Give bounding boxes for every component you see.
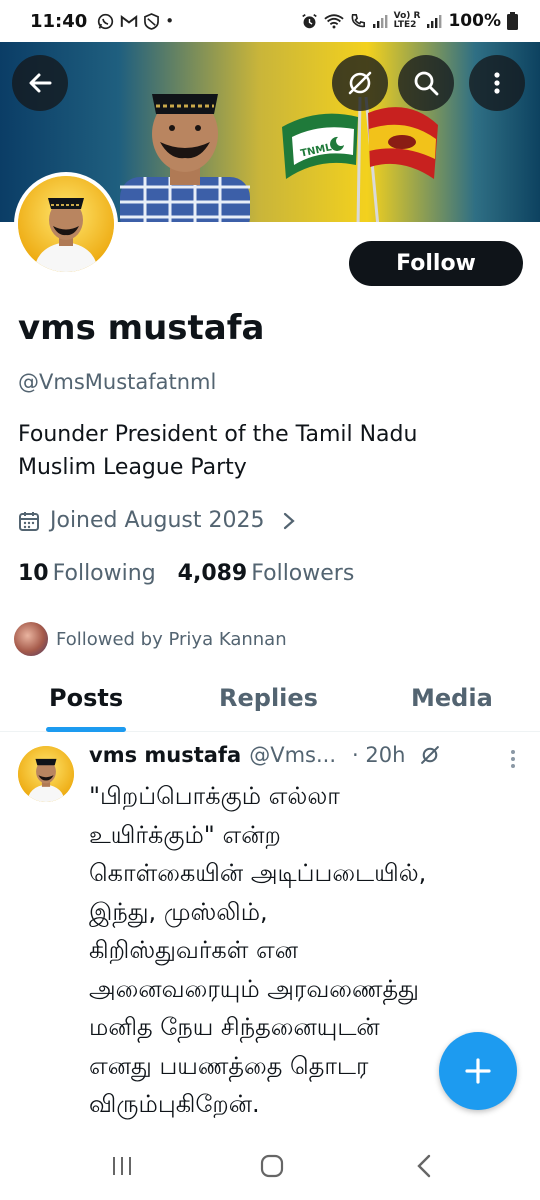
joined-date-row[interactable]: Joined August 2025 <box>18 508 296 533</box>
followed-by-text: Followed by Priya Kannan <box>56 628 287 650</box>
followers-label: Followers <box>251 561 355 586</box>
tab-posts[interactable]: Posts <box>49 684 123 712</box>
notification-dot-icon: • <box>165 12 175 30</box>
tweet-more-icon[interactable] <box>503 747 523 771</box>
followers-stat[interactable]: 4,089 Followers <box>178 561 355 586</box>
follow-stats: 10 Following 4,089 Followers <box>18 561 354 586</box>
tweet-author-handle[interactable]: @Vms... <box>249 743 336 767</box>
grok-icon[interactable] <box>419 744 441 766</box>
more-vertical-icon <box>494 72 500 94</box>
profile-handle: @VmsMustafatnml <box>18 370 217 394</box>
home-icon[interactable] <box>259 1153 285 1179</box>
call-icon <box>351 13 365 28</box>
whatsapp-icon <box>98 13 114 29</box>
active-tab-indicator <box>46 727 126 732</box>
compose-button[interactable] <box>439 1032 517 1110</box>
back-arrow-icon <box>29 73 52 93</box>
nav-back-icon[interactable] <box>413 1152 435 1180</box>
gmail-icon <box>121 14 138 27</box>
signal-2-icon <box>427 15 442 28</box>
tab-media[interactable]: Media <box>411 684 493 712</box>
tweet-timestamp[interactable]: · 20h <box>352 743 405 767</box>
alarm-icon <box>301 13 317 28</box>
status-bar: 11:40 • Vo) R LTE2 100% <box>0 0 540 42</box>
system-nav-bar <box>0 1140 540 1200</box>
status-right: Vo) R LTE2 100% <box>301 11 518 31</box>
follower-avatar <box>14 622 48 656</box>
grok-button[interactable] <box>332 55 388 111</box>
following-count: 10 <box>18 561 49 586</box>
grok-icon <box>348 71 372 95</box>
profile-tabs: Posts Replies Media <box>0 676 540 732</box>
recents-icon[interactable] <box>110 1154 134 1178</box>
search-icon <box>414 71 439 96</box>
battery-percent: 100% <box>448 11 501 31</box>
followed-by-row[interactable]: Followed by Priya Kannan <box>14 622 287 656</box>
more-options-button[interactable] <box>469 55 525 111</box>
avatar <box>18 176 114 272</box>
search-button[interactable] <box>398 55 454 111</box>
signal-icon <box>372 15 388 28</box>
tweet-author-name[interactable]: vms mustafa <box>89 743 241 767</box>
tab-replies[interactable]: Replies <box>219 684 318 712</box>
status-left: 11:40 • <box>30 11 174 32</box>
chevron-right-icon <box>284 512 296 529</box>
follow-button[interactable]: Follow <box>349 241 523 286</box>
banner-person-image <box>120 94 250 222</box>
battery-icon <box>507 12 518 30</box>
shield-icon <box>144 12 160 30</box>
network-type: Vo) R LTE2 <box>393 11 421 30</box>
plus-icon <box>465 1058 491 1084</box>
profile-display-name: vms mustafa <box>18 308 265 348</box>
calendar-icon <box>19 511 39 531</box>
profile-avatar[interactable] <box>14 172 118 276</box>
following-stat[interactable]: 10 Following <box>18 561 156 586</box>
tweet-header: vms mustafa @Vms... · 20h <box>89 743 529 767</box>
back-button[interactable] <box>12 55 68 111</box>
following-label: Following <box>52 561 156 586</box>
joined-date: Joined August 2025 <box>50 508 265 533</box>
followers-count: 4,089 <box>177 561 248 586</box>
tweet-avatar[interactable] <box>18 746 74 802</box>
profile-bio: Founder President of the Tamil Nadu Musl… <box>18 422 418 480</box>
wifi-calling-icon <box>323 13 344 28</box>
status-time: 11:40 <box>30 10 88 32</box>
